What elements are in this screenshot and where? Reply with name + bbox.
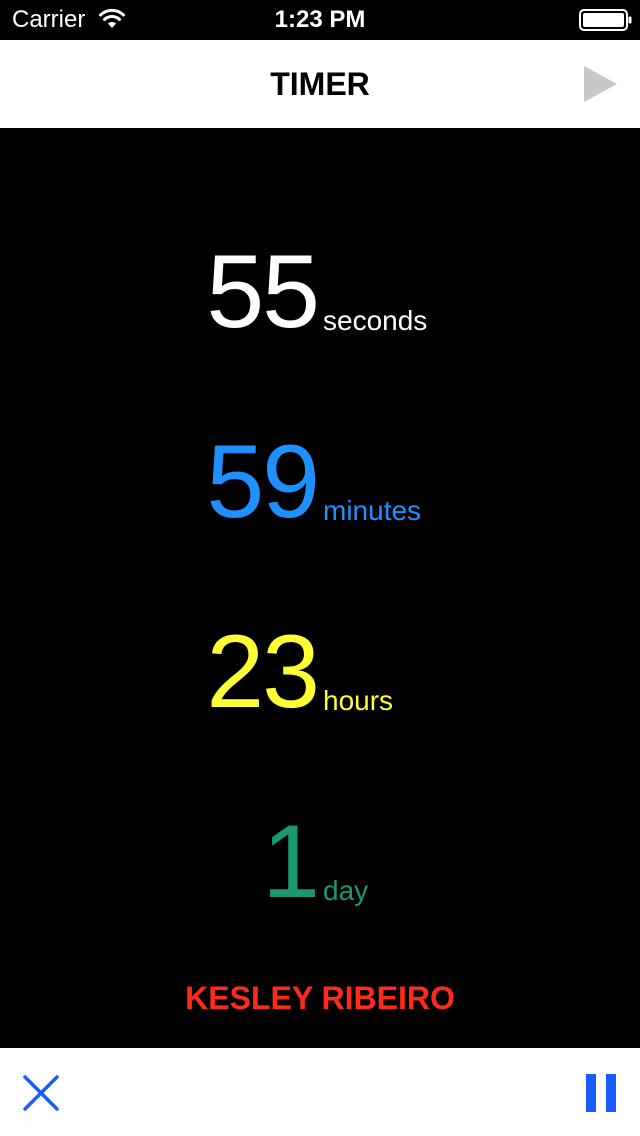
hours-value: 23 <box>206 614 320 730</box>
pause-icon <box>586 1074 616 1112</box>
status-time: 1:23 PM <box>274 6 366 33</box>
minutes-unit: minutes <box>323 495 422 526</box>
author-name: KESLEY RIBEIRO <box>185 980 455 1016</box>
days-unit: day <box>323 875 369 906</box>
hours-row: 23 hours <box>0 614 640 724</box>
seconds-unit: seconds <box>323 305 428 336</box>
play-icon <box>584 66 617 102</box>
close-icon <box>23 1075 59 1111</box>
nav-bar: TIMER <box>0 40 640 128</box>
hours-unit: hours <box>323 685 394 716</box>
timer-display: 55 seconds 59 minutes 23 hours 1 day KES… <box>0 128 640 1048</box>
battery-icon <box>579 9 633 31</box>
pause-button[interactable] <box>574 1068 630 1118</box>
seconds-value: 55 <box>206 234 320 350</box>
days-value: 1 <box>262 804 320 920</box>
status-bar: Carrier 1:23 PM <box>0 0 640 40</box>
close-button[interactable] <box>16 1068 66 1118</box>
minutes-row: 59 minutes <box>0 424 640 534</box>
bottom-toolbar <box>0 1048 640 1136</box>
play-button[interactable] <box>572 56 628 112</box>
seconds-row: 55 seconds <box>0 234 640 344</box>
minutes-value: 59 <box>206 424 320 540</box>
days-row: 1 day <box>0 804 640 914</box>
page-title: TIMER <box>270 66 370 102</box>
